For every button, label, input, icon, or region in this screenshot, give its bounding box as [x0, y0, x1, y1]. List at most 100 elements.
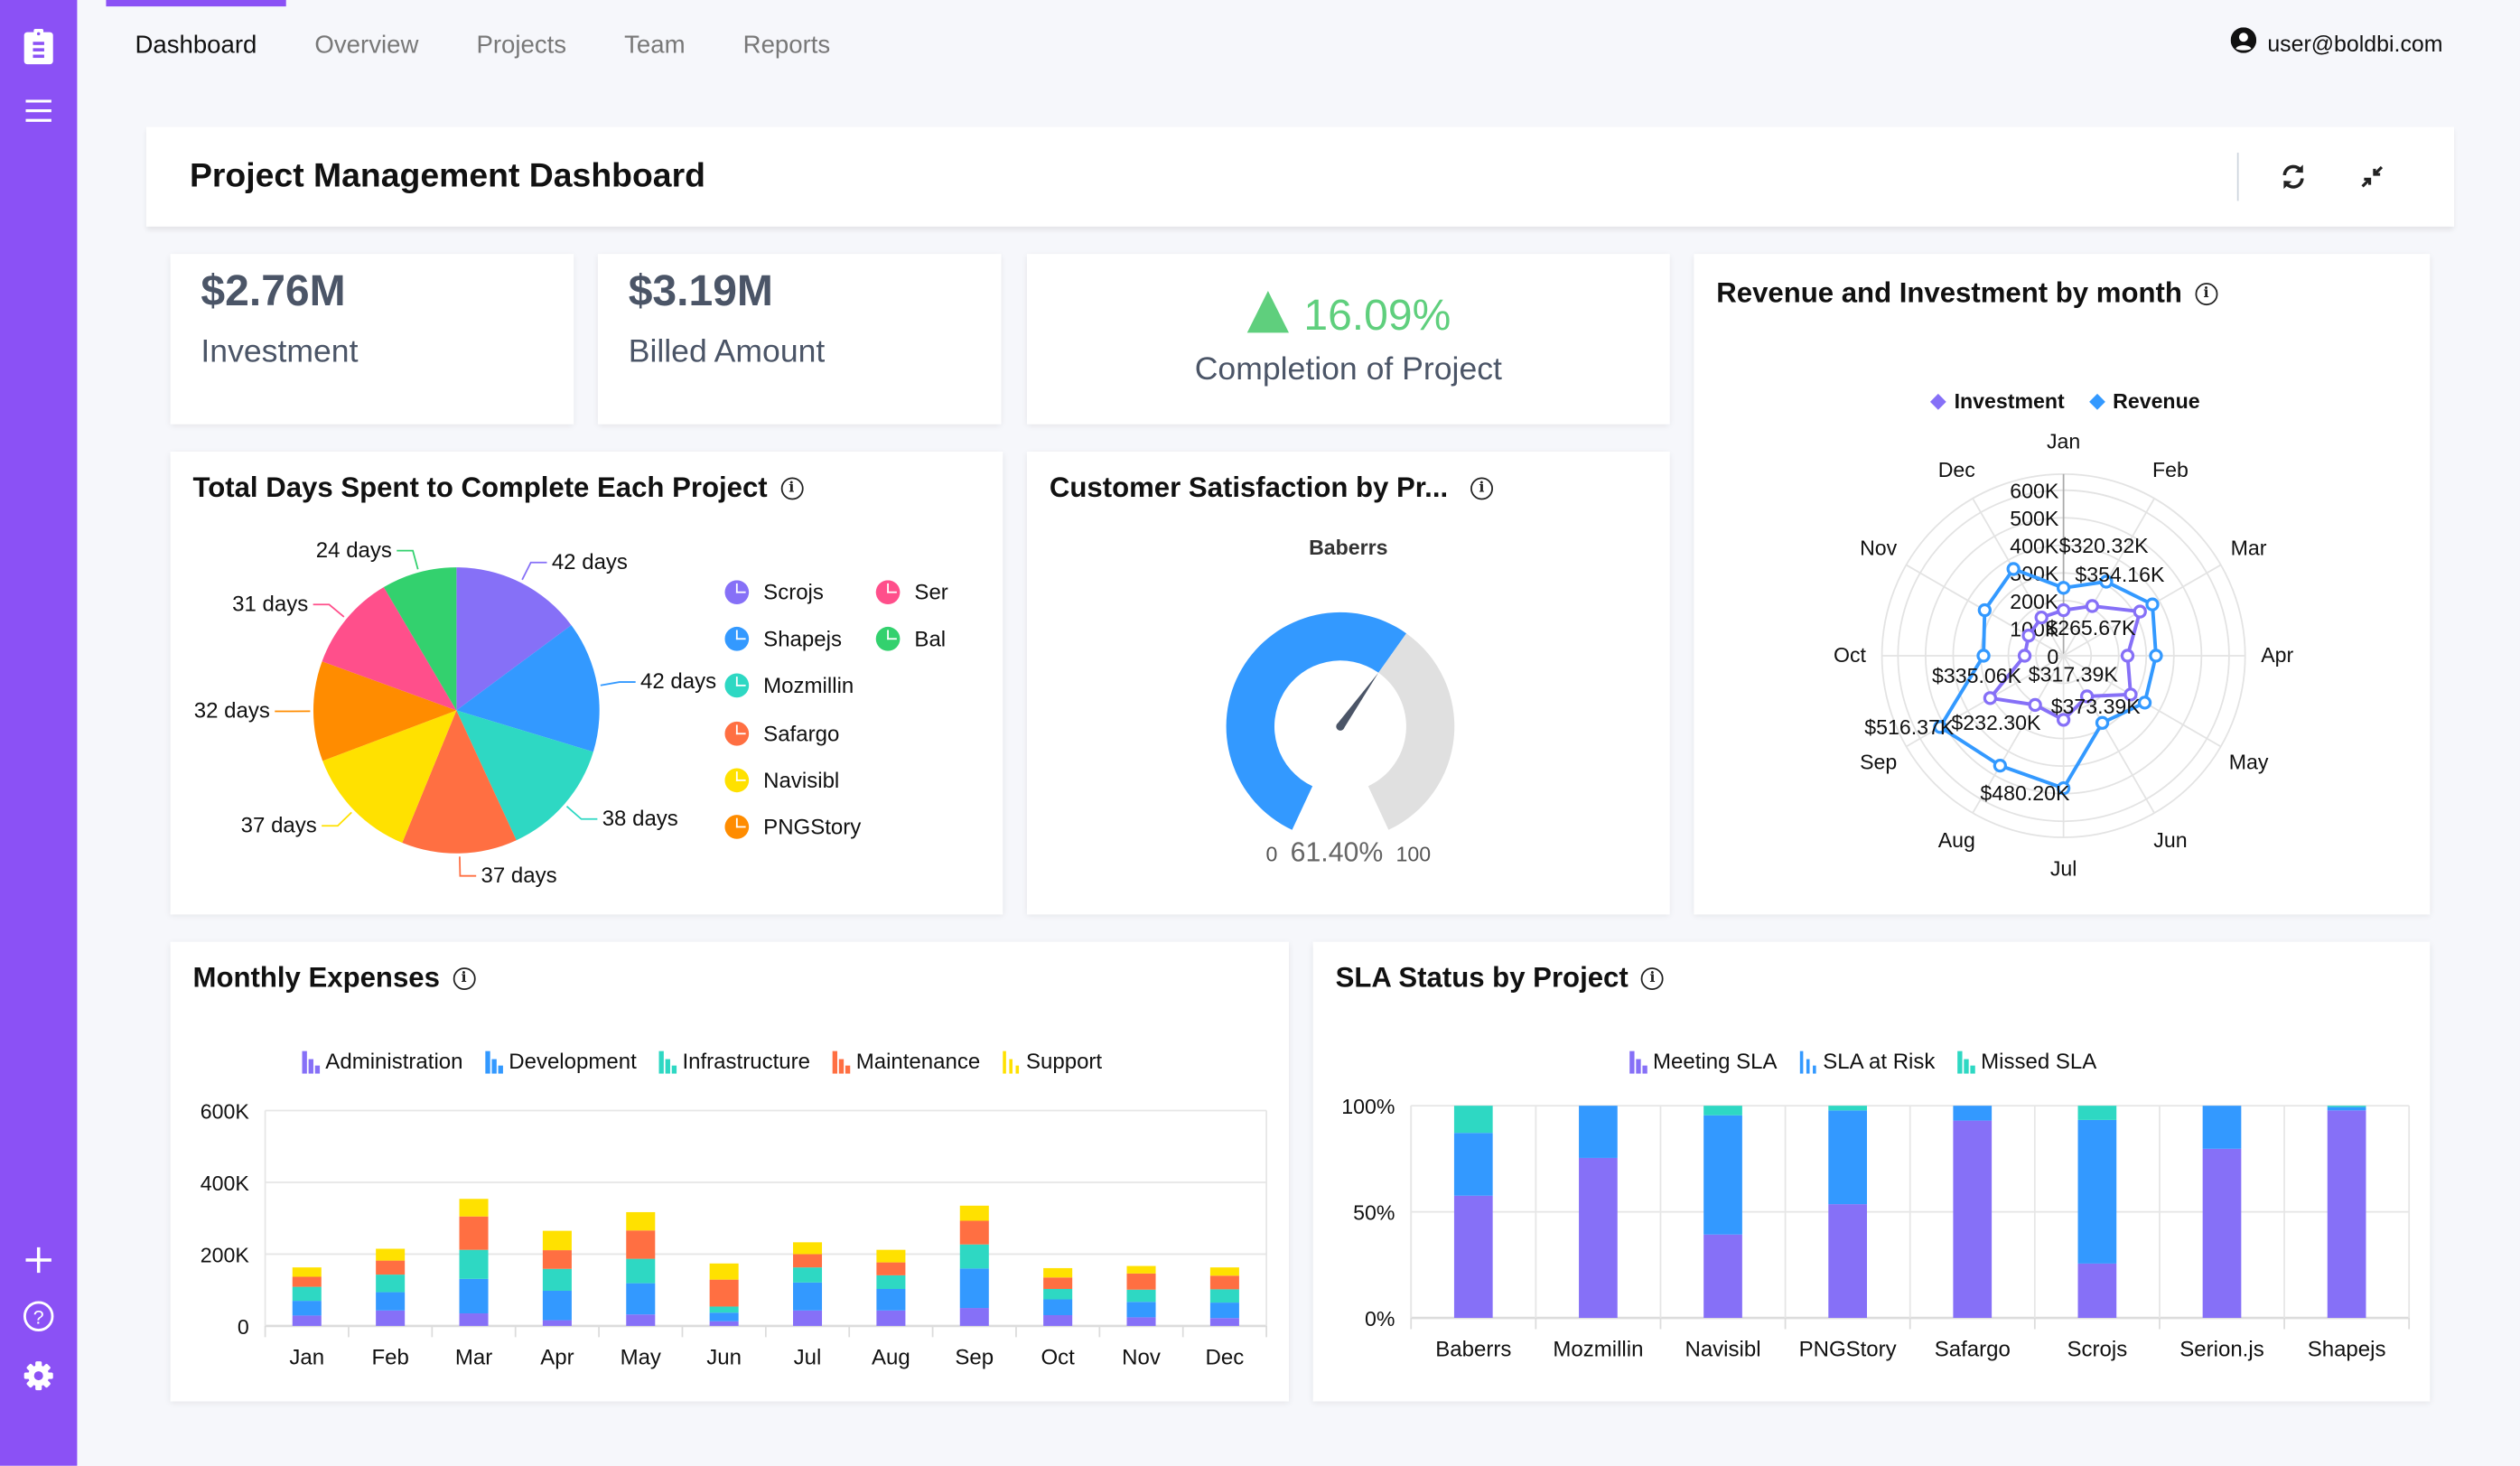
legend-item[interactable]: Safargo	[724, 722, 839, 746]
radar-point[interactable]	[2151, 650, 2161, 661]
tab-projects[interactable]: Projects	[447, 0, 595, 90]
refresh-icon[interactable]	[2274, 157, 2313, 196]
bar-segment[interactable]	[960, 1268, 989, 1308]
bar-segment[interactable]	[1579, 1106, 1618, 1158]
settings-icon[interactable]	[19, 1357, 58, 1396]
radar-point[interactable]	[1978, 650, 1989, 661]
collapse-icon[interactable]	[2353, 157, 2392, 196]
radar-point[interactable]	[2134, 606, 2145, 617]
bar-segment[interactable]	[710, 1306, 739, 1312]
radar-point[interactable]	[2023, 630, 2034, 641]
bar-segment[interactable]	[543, 1291, 572, 1321]
legend-item[interactable]: Bal	[876, 627, 946, 651]
bar-segment[interactable]	[2078, 1120, 2117, 1264]
radar-point[interactable]	[2030, 699, 2040, 710]
clipboard-icon[interactable]	[19, 27, 58, 66]
bar-segment[interactable]	[876, 1311, 905, 1326]
bar-segment[interactable]	[960, 1220, 989, 1244]
bar-segment[interactable]	[460, 1313, 489, 1326]
bar-segment[interactable]	[376, 1248, 405, 1260]
bar-segment[interactable]	[793, 1267, 822, 1283]
bar-segment[interactable]	[2203, 1149, 2242, 1318]
bar-segment[interactable]	[1953, 1106, 1992, 1120]
bar-segment[interactable]	[626, 1284, 655, 1315]
add-icon[interactable]	[19, 1241, 58, 1280]
radar-point[interactable]	[2058, 583, 2069, 593]
bar-segment[interactable]	[1454, 1133, 1493, 1196]
bar-segment[interactable]	[710, 1264, 739, 1280]
bar-segment[interactable]	[876, 1275, 905, 1289]
tab-reports[interactable]: Reports	[714, 0, 860, 90]
help-icon[interactable]: ?	[19, 1297, 58, 1336]
bar-segment[interactable]	[1454, 1106, 1493, 1133]
bar-segment[interactable]	[793, 1242, 822, 1254]
bar-segment[interactable]	[626, 1230, 655, 1258]
bar-segment[interactable]	[376, 1261, 405, 1275]
radar-point[interactable]	[1984, 693, 1995, 704]
bar-segment[interactable]	[1210, 1267, 1239, 1275]
bar-segment[interactable]	[876, 1250, 905, 1263]
radar-point[interactable]	[2122, 650, 2133, 661]
tab-team[interactable]: Team	[595, 0, 714, 90]
bar-segment[interactable]	[1210, 1303, 1239, 1318]
bar-segment[interactable]	[543, 1250, 572, 1269]
bar-segment[interactable]	[1703, 1235, 1742, 1318]
bar-segment[interactable]	[793, 1283, 822, 1311]
bar-segment[interactable]	[710, 1321, 739, 1326]
bar-segment[interactable]	[543, 1269, 572, 1291]
radar-point[interactable]	[2147, 599, 2158, 610]
bar-segment[interactable]	[460, 1279, 489, 1313]
legend-item[interactable]: Scrojs	[724, 580, 823, 604]
bar-segment[interactable]	[1127, 1266, 1156, 1274]
bar-segment[interactable]	[793, 1311, 822, 1326]
bar-segment[interactable]	[1127, 1290, 1156, 1303]
bar-segment[interactable]	[1210, 1318, 1239, 1326]
radar-point[interactable]	[1979, 605, 1990, 616]
bar-segment[interactable]	[1127, 1317, 1156, 1326]
bar-segment[interactable]	[1043, 1277, 1072, 1289]
bar-segment[interactable]	[1043, 1315, 1072, 1326]
bar-segment[interactable]	[293, 1287, 322, 1301]
bar-segment[interactable]	[1127, 1302, 1156, 1317]
bar-segment[interactable]	[2328, 1107, 2366, 1111]
bar-segment[interactable]	[626, 1259, 655, 1284]
bar-segment[interactable]	[1127, 1274, 1156, 1290]
bar-segment[interactable]	[793, 1254, 822, 1267]
radar-point[interactable]	[2020, 650, 2030, 661]
bar-segment[interactable]	[626, 1212, 655, 1230]
radar-point[interactable]	[2140, 697, 2151, 708]
user-menu[interactable]: user@boldbi.com	[2230, 27, 2442, 58]
bar-segment[interactable]	[2203, 1106, 2242, 1149]
bar-segment[interactable]	[626, 1314, 655, 1326]
legend-item[interactable]: PNGStory	[724, 815, 861, 839]
tab-dashboard[interactable]: Dashboard	[106, 0, 285, 90]
bar-segment[interactable]	[1210, 1275, 1239, 1289]
bar-segment[interactable]	[876, 1263, 905, 1275]
bar-segment[interactable]	[460, 1250, 489, 1279]
bar-segment[interactable]	[460, 1217, 489, 1250]
bar-segment[interactable]	[960, 1308, 989, 1326]
bar-segment[interactable]	[2328, 1106, 2366, 1107]
bar-segment[interactable]	[710, 1312, 739, 1321]
menu-icon[interactable]	[19, 91, 58, 130]
radar-point[interactable]	[2096, 717, 2107, 728]
radar-point[interactable]	[2058, 605, 2069, 616]
bar-segment[interactable]	[1210, 1289, 1239, 1303]
radar-point[interactable]	[2086, 601, 2097, 612]
bar-segment[interactable]	[293, 1301, 322, 1315]
bar-segment[interactable]	[2078, 1264, 2117, 1318]
bar-segment[interactable]	[1703, 1106, 1742, 1116]
bar-segment[interactable]	[293, 1315, 322, 1326]
tab-overview[interactable]: Overview	[285, 0, 447, 90]
bar-segment[interactable]	[376, 1293, 405, 1311]
bar-segment[interactable]	[543, 1321, 572, 1326]
bar-segment[interactable]	[1828, 1204, 1867, 1318]
radar-point[interactable]	[2008, 564, 2019, 574]
bar-segment[interactable]	[2328, 1110, 2366, 1318]
legend-item[interactable]: Navisibl	[724, 769, 839, 793]
bar-segment[interactable]	[460, 1199, 489, 1216]
bar-segment[interactable]	[376, 1275, 405, 1292]
bar-segment[interactable]	[1454, 1196, 1493, 1318]
bar-segment[interactable]	[1579, 1158, 1618, 1318]
bar-segment[interactable]	[376, 1311, 405, 1326]
